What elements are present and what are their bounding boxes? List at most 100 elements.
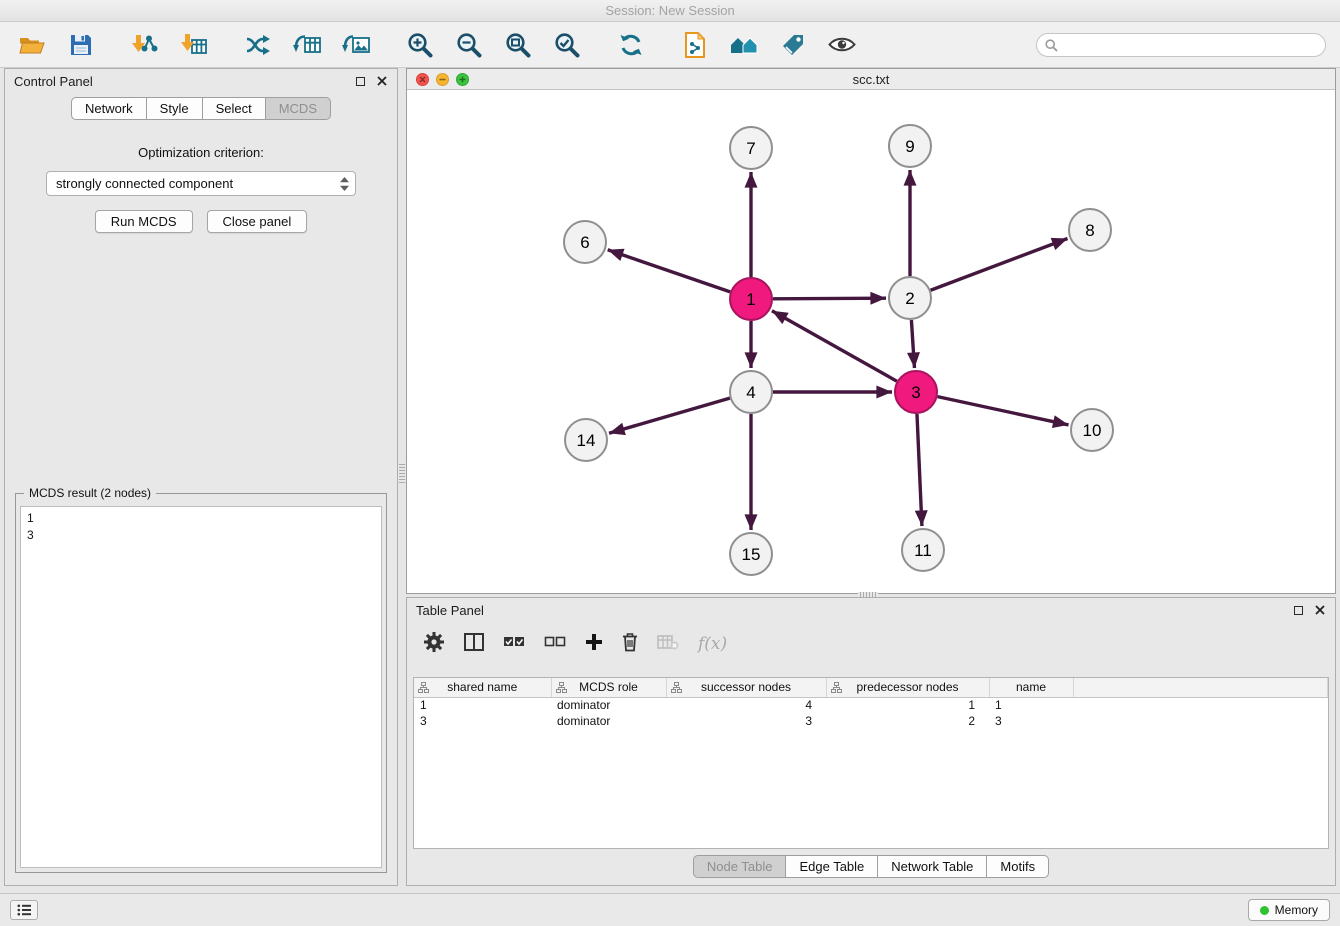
close-panel-icon[interactable]: [377, 76, 387, 86]
column-label: successor nodes: [701, 680, 791, 694]
gear-icon: [423, 631, 445, 653]
memory-status-icon: [1260, 906, 1269, 915]
graph-node-label: 7: [746, 139, 755, 158]
column-header-mcds-role[interactable]: MCDS role: [551, 678, 666, 697]
zoom-fit-icon: [505, 32, 531, 58]
graph-node-label: 2: [905, 289, 914, 308]
table-cell-predecessor-nodes[interactable]: 2: [826, 713, 989, 729]
tab-network-table[interactable]: Network Table: [878, 855, 987, 878]
table-settings-button[interactable]: [423, 631, 445, 658]
new-network-button[interactable]: [240, 28, 276, 62]
task-history-button[interactable]: [10, 900, 38, 920]
table-cell-name[interactable]: 1: [989, 697, 1073, 713]
column-header-shared-name[interactable]: shared name: [414, 678, 551, 697]
float-panel-icon[interactable]: [356, 77, 365, 86]
graph-edge-2-3[interactable]: [911, 320, 914, 368]
table-row[interactable]: 3dominator323: [414, 713, 1328, 729]
import-network-button[interactable]: [127, 28, 163, 62]
mcds-result-group: MCDS result (2 nodes) 13: [15, 493, 387, 873]
table-cell-successor-nodes[interactable]: 4: [666, 697, 826, 713]
graph-edge-1-6[interactable]: [608, 250, 730, 292]
search-input[interactable]: [1036, 33, 1326, 57]
network-window-titlebar: scc.txt: [407, 69, 1335, 90]
zoom-fit-button[interactable]: [500, 28, 536, 62]
table-cell-mcds-role[interactable]: dominator: [551, 713, 666, 729]
zoom-out-button[interactable]: [451, 28, 487, 62]
tab-style[interactable]: Style: [147, 97, 203, 120]
sort-icon: [418, 682, 429, 696]
tab-node-table[interactable]: Node Table: [693, 855, 787, 878]
search-box: [1036, 33, 1326, 57]
save-floppy-icon: [70, 34, 92, 56]
graph-edge-3-1[interactable]: [772, 311, 897, 381]
tab-mcds[interactable]: MCDS: [266, 97, 331, 120]
save-session-button[interactable]: [63, 28, 99, 62]
graph-edge-3-11[interactable]: [917, 414, 922, 526]
table-row[interactable]: 1dominator411: [414, 697, 1328, 713]
criterion-dropdown[interactable]: strongly connected component: [46, 171, 356, 196]
branch-arrows-icon: [245, 33, 271, 57]
export-image-button[interactable]: [338, 28, 374, 62]
network-canvas[interactable]: 7968124314101511: [407, 90, 1335, 593]
refresh-icon: [618, 32, 644, 58]
plus-icon: [585, 633, 603, 651]
graph-node-label: 15: [742, 545, 761, 564]
refresh-view-button[interactable]: [613, 28, 649, 62]
tab-select[interactable]: Select: [203, 97, 266, 120]
app-title: Session: New Session: [605, 3, 734, 18]
table-cell-predecessor-nodes[interactable]: 1: [826, 697, 989, 713]
column-label: name: [1016, 680, 1046, 694]
function-builder-button[interactable]: f(x): [698, 634, 727, 654]
mcds-result-item[interactable]: 3: [27, 527, 375, 544]
zoom-selected-button[interactable]: [549, 28, 585, 62]
close-table-panel-icon[interactable]: [1315, 605, 1325, 615]
graph-edge-2-8[interactable]: [931, 238, 1068, 290]
create-column-button[interactable]: [585, 633, 603, 656]
eye-icon: [828, 36, 856, 53]
graph-edge-4-14[interactable]: [609, 398, 730, 433]
zoom-in-button[interactable]: [402, 28, 438, 62]
vertical-splitter-handle[interactable]: [399, 462, 405, 484]
graph-node-label: 6: [580, 233, 589, 252]
apply-style-button[interactable]: [775, 28, 811, 62]
mcds-result-item[interactable]: 1: [27, 510, 375, 527]
run-mcds-button[interactable]: Run MCDS: [95, 210, 193, 233]
mcds-result-list[interactable]: 13: [20, 506, 382, 868]
float-table-panel-icon[interactable]: [1294, 606, 1303, 615]
table-cell-name[interactable]: 3: [989, 713, 1073, 729]
table-cell-filler: [1073, 697, 1328, 713]
export-table-button[interactable]: [289, 28, 325, 62]
import-table-button[interactable]: [176, 28, 212, 62]
graph-edge-3-10[interactable]: [938, 397, 1069, 425]
table-panel-tabs: Node Table Edge Table Network Table Moti…: [407, 855, 1335, 878]
window-minimize-icon[interactable]: [436, 73, 449, 86]
column-label: shared name: [447, 680, 517, 694]
delete-columns-button[interactable]: [622, 632, 638, 657]
table-cell-shared-name[interactable]: 3: [414, 713, 551, 729]
tab-network[interactable]: Network: [71, 97, 147, 120]
tab-motifs[interactable]: Motifs: [987, 855, 1049, 878]
memory-button-label: Memory: [1275, 903, 1318, 917]
column-header-predecessor-nodes[interactable]: predecessor nodes: [826, 678, 989, 697]
show-columns-button[interactable]: [464, 633, 484, 656]
delete-table-icon: [657, 634, 679, 650]
tab-edge-table[interactable]: Edge Table: [786, 855, 878, 878]
table-cell-mcds-role[interactable]: dominator: [551, 697, 666, 713]
home-button[interactable]: [726, 28, 762, 62]
column-header-name[interactable]: name: [989, 678, 1073, 697]
table-cell-shared-name[interactable]: 1: [414, 697, 551, 713]
show-hide-button[interactable]: [824, 28, 860, 62]
open-folder-icon: [19, 35, 45, 55]
column-header-successor-nodes[interactable]: successor nodes: [666, 678, 826, 697]
memory-button[interactable]: Memory: [1248, 899, 1330, 921]
table-cell-successor-nodes[interactable]: 3: [666, 713, 826, 729]
select-all-button[interactable]: [503, 635, 525, 654]
network-document-button[interactable]: [677, 28, 713, 62]
window-zoom-icon[interactable]: [456, 73, 469, 86]
close-panel-button[interactable]: Close panel: [207, 210, 308, 233]
window-close-icon[interactable]: [416, 73, 429, 86]
zoom-selected-icon: [554, 32, 580, 58]
unselect-all-button[interactable]: [544, 635, 566, 654]
graph-edge-1-2[interactable]: [773, 298, 886, 299]
open-session-button[interactable]: [14, 28, 50, 62]
